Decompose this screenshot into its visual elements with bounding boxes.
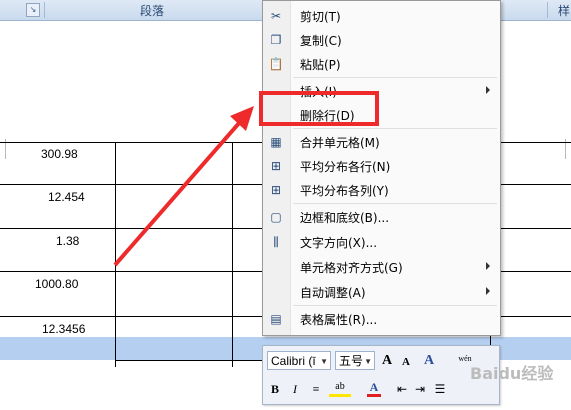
context-menu: ✂ 剪切(T) ❐ 复制(C) 📋 粘贴(P) 插入(I) 删除行(D) ▦ 合…	[262, 0, 501, 336]
menu-item-label: 边框和底纹(B)...	[300, 211, 390, 225]
submenu-arrow-icon	[486, 287, 490, 295]
center-align-icon[interactable]: ≡	[309, 380, 323, 398]
menu-item-merge-cells[interactable]: ▦ 合并单元格(M)	[263, 130, 500, 154]
merge-cells-icon: ▦	[270, 135, 282, 149]
menu-item-label: 合并单元格(M)	[300, 136, 380, 150]
submenu-arrow-icon	[486, 262, 490, 270]
menu-item-label: 平均分布各列(Y)	[300, 184, 389, 198]
menu-item-label: 剪切(T)	[300, 10, 341, 24]
shrink-font-button[interactable]: A	[399, 353, 413, 371]
chevron-down-icon: ▼	[320, 357, 328, 366]
table-properties-icon: ▤	[270, 312, 282, 326]
chevron-down-icon: ▼	[364, 357, 372, 366]
font-name-value: Calibri (ī	[271, 354, 316, 368]
font-size-field[interactable]: 五号 ▼	[335, 351, 375, 370]
mini-toolbar: Calibri (ī ▼ 五号 ▼ A A A wén B I ≡ ab A ⇤…	[262, 345, 500, 405]
font-color-icon[interactable]: A	[367, 380, 381, 397]
menu-divider	[293, 305, 497, 306]
menu-divider	[293, 203, 497, 204]
menu-item-cut[interactable]: ✂ 剪切(T)	[263, 4, 500, 28]
distribute-rows-icon: ⊞	[270, 159, 282, 173]
scissors-icon: ✂	[270, 9, 282, 23]
submenu-arrow-icon	[486, 86, 490, 94]
borders-icon: ▢	[270, 210, 282, 224]
decrease-indent-icon[interactable]: ⇤	[395, 380, 409, 398]
paste-icon: 📋	[268, 57, 284, 71]
text-direction-icon: ⫼	[273, 235, 279, 249]
italic-button[interactable]: I	[289, 380, 301, 398]
menu-item-paste[interactable]: 📋 粘贴(P)	[263, 52, 500, 76]
styles-button[interactable]: A	[421, 352, 437, 370]
menu-item-label: 单元格对齐方式(G)	[300, 261, 403, 275]
menu-item-autofit[interactable]: 自动调整(A)	[263, 280, 500, 304]
menu-item-label: 复制(C)	[300, 34, 342, 48]
menu-item-distribute-rows[interactable]: ⊞ 平均分布各行(N)	[263, 154, 500, 178]
bullets-icon[interactable]: ☰	[433, 380, 447, 398]
increase-indent-icon[interactable]: ⇥	[413, 380, 427, 398]
menu-item-label: 粘贴(P)	[300, 58, 341, 72]
highlight-color-icon[interactable]: ab	[329, 380, 351, 397]
copy-icon: ❐	[270, 33, 282, 47]
font-size-value: 五号	[339, 354, 364, 368]
bold-button[interactable]: B	[269, 380, 281, 398]
distribute-columns-icon: ⊞	[270, 183, 282, 197]
menu-item-cell-alignment[interactable]: 单元格对齐方式(G)	[263, 255, 500, 279]
font-name-field[interactable]: Calibri (ī ▼	[267, 351, 331, 370]
menu-divider	[293, 128, 497, 129]
menu-item-label: 表格属性(R)...	[300, 313, 378, 327]
menu-item-label: 平均分布各行(N)	[300, 160, 391, 174]
grow-font-button[interactable]: A	[379, 352, 395, 370]
menu-item-copy[interactable]: ❐ 复制(C)	[263, 28, 500, 52]
menu-item-borders[interactable]: ▢ 边框和底纹(B)...	[263, 205, 500, 229]
menu-item-distribute-columns[interactable]: ⊞ 平均分布各列(Y)	[263, 178, 500, 202]
menu-item-label: 自动调整(A)	[300, 286, 366, 300]
menu-item-table-properties[interactable]: ▤ 表格属性(R)...	[263, 307, 500, 331]
highlight-box	[259, 91, 379, 126]
menu-divider	[293, 77, 497, 78]
menu-item-label: 文字方向(X)...	[300, 236, 378, 250]
watermark: Baidu经验	[470, 364, 554, 383]
menu-item-text-direction[interactable]: ⫼ 文字方向(X)...	[263, 230, 500, 254]
